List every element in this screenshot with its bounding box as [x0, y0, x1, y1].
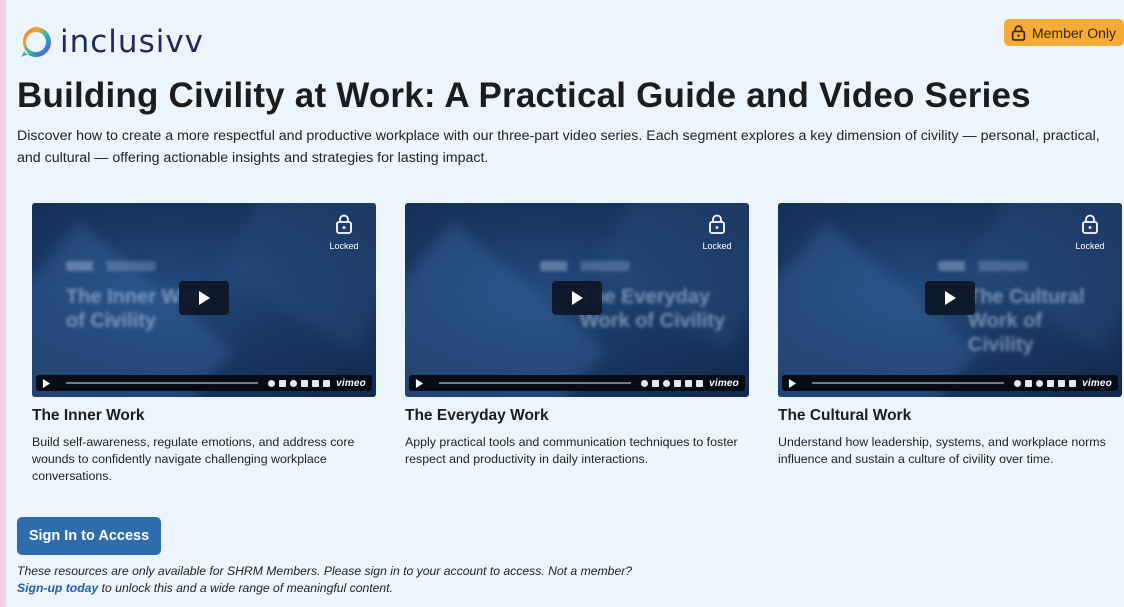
sign-in-button[interactable]: Sign In to Access [17, 517, 161, 555]
play-control-icon[interactable] [42, 378, 52, 388]
play-control-icon[interactable] [788, 378, 798, 388]
captions-icon[interactable] [652, 379, 660, 387]
play-control-icon[interactable] [415, 378, 425, 388]
fullscreen-icon[interactable] [323, 379, 331, 387]
locked-indicator: Locked [697, 214, 737, 254]
brand-logo[interactable]: inclusivv [18, 22, 204, 62]
progress-track[interactable] [66, 382, 259, 384]
video-player[interactable]: The Everyday Work of Civility Locked vim… [405, 203, 749, 397]
airplay-icon[interactable] [1058, 379, 1066, 387]
settings-icon[interactable] [1036, 379, 1044, 387]
access-note-suffix: to unlock this and a wide range of meani… [98, 581, 393, 595]
play-button[interactable] [552, 281, 602, 315]
page: inclusivv Member Only Building Civility … [6, 0, 1124, 607]
player-controls: vimeo [782, 375, 1118, 391]
play-icon [199, 291, 210, 305]
captions-icon[interactable] [1025, 379, 1033, 387]
locked-indicator: Locked [324, 214, 364, 254]
speech-bubble-rainbow-icon [21, 27, 52, 57]
pip-icon[interactable] [674, 379, 682, 387]
pip-icon[interactable] [301, 379, 309, 387]
player-controls: vimeo [409, 375, 745, 391]
video-card: The Inner Work of Civility Locked vimeo … [32, 203, 376, 485]
locked-label: Locked [329, 241, 359, 251]
lock-icon [336, 214, 352, 234]
vimeo-logo[interactable]: vimeo [709, 378, 739, 389]
fullscreen-icon[interactable] [696, 379, 704, 387]
member-only-badge: Member Only [1003, 19, 1124, 46]
locked-indicator: Locked [1070, 214, 1110, 254]
video-title: The Inner Work [32, 407, 145, 424]
vimeo-logo[interactable]: vimeo [1082, 378, 1112, 389]
airplay-icon[interactable] [312, 379, 320, 387]
video-description: Understand how leadership, systems, and … [778, 435, 1106, 466]
locked-label: Locked [702, 241, 732, 251]
progress-track[interactable] [439, 382, 632, 384]
badge-label: Member Only [1031, 24, 1116, 41]
lock-icon [1082, 214, 1098, 234]
video-card: The Cultural Work of Civility Locked vim… [778, 203, 1122, 468]
access-note: These resources are only available for S… [17, 563, 837, 597]
thumbnail-logos [938, 261, 1028, 271]
thumbnail-title: The Cultural Work of Civility [968, 286, 1085, 356]
video-player[interactable]: The Cultural Work of Civility Locked vim… [778, 203, 1122, 397]
video-description: Build self-awareness, regulate emotions,… [32, 435, 355, 483]
play-icon [945, 291, 956, 305]
video-title: The Everyday Work [405, 407, 549, 424]
page-title: Building Civility at Work: A Practical G… [17, 76, 1031, 115]
progress-track[interactable] [812, 382, 1005, 384]
video-description: Apply practical tools and communication … [405, 435, 738, 466]
volume-icon[interactable] [1014, 379, 1022, 387]
video-card: The Everyday Work of Civility Locked vim… [405, 203, 749, 468]
settings-icon[interactable] [290, 379, 298, 387]
settings-icon[interactable] [663, 379, 671, 387]
fullscreen-icon[interactable] [1069, 379, 1077, 387]
volume-icon[interactable] [641, 379, 649, 387]
vimeo-logo[interactable]: vimeo [336, 378, 366, 389]
page-intro: Discover how to create a more respectful… [17, 128, 1100, 166]
play-button[interactable] [179, 281, 229, 315]
video-title: The Cultural Work [778, 407, 912, 424]
volume-icon[interactable] [268, 379, 276, 387]
thumbnail-logos [66, 261, 156, 271]
thumbnail-title: The Everyday Work of Civility [580, 286, 726, 332]
play-button[interactable] [925, 281, 975, 315]
airplay-icon[interactable] [685, 379, 693, 387]
lock-icon [1011, 25, 1026, 41]
locked-label: Locked [1075, 241, 1105, 251]
player-controls: vimeo [36, 375, 372, 391]
video-player[interactable]: The Inner Work of Civility Locked vimeo [32, 203, 376, 397]
access-note-text: These resources are only available for S… [17, 564, 633, 578]
sign-up-link[interactable]: Sign-up today [17, 581, 98, 595]
pip-icon[interactable] [1047, 379, 1055, 387]
play-icon [572, 291, 583, 305]
captions-icon[interactable] [279, 379, 287, 387]
brand-name: inclusivv [60, 24, 205, 60]
thumbnail-logos [540, 261, 630, 271]
lock-icon [709, 214, 725, 234]
